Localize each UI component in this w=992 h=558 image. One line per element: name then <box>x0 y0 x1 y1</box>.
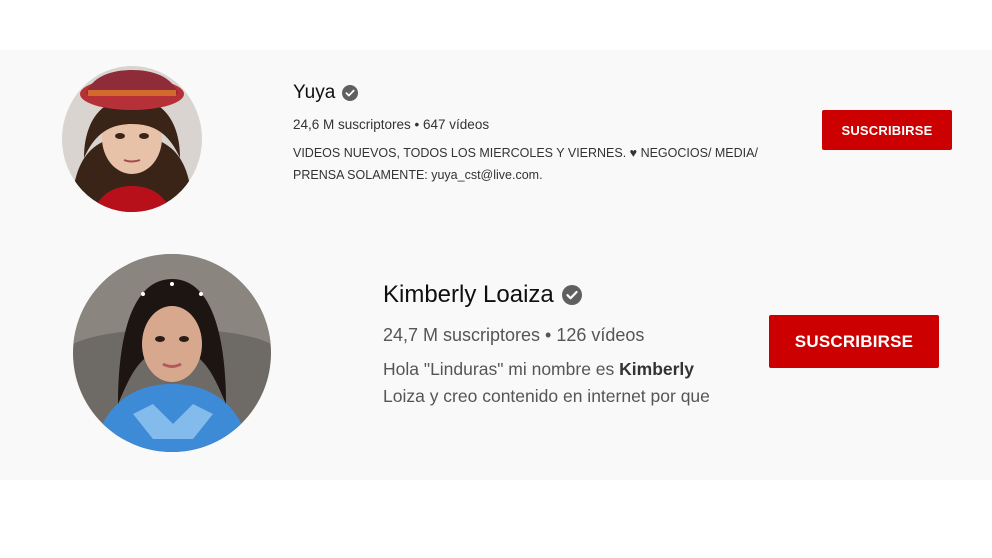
channel-description: VIDEOS NUEVOS, TODOS LOS MIERCOLES Y VIE… <box>293 142 758 186</box>
channel-description: Hola "Linduras" mi nombre es Kimberly Lo… <box>383 356 710 410</box>
verified-check-icon <box>342 85 359 101</box>
channel-name-row: Yuya <box>293 80 359 106</box>
channel-stats: 24,7 M suscriptores • 126 vídeos <box>383 325 645 345</box>
description-highlight: Kimberly <box>619 359 695 379</box>
channel-name[interactable]: Yuya <box>293 82 335 104</box>
subscribe-button[interactable]: SUSCRIBIRSE <box>769 315 939 368</box>
description-text: Hola "Linduras" mi nombre es <box>383 359 620 379</box>
channel-name[interactable]: Kimberly Loaiza <box>383 281 554 309</box>
verified-check-icon <box>561 285 582 305</box>
channel-name-row: Kimberly Loaiza <box>383 279 582 311</box>
avatar[interactable] <box>62 66 202 212</box>
channel-stats: 24,6 M suscriptores • 647 vídeos <box>293 117 490 132</box>
description-line: PRENSA SOLAMENTE: yuya_cst@live.com. <box>293 168 543 182</box>
description-line: Loiza y creo contenido en internet por q… <box>383 386 710 406</box>
avatar[interactable] <box>73 254 271 452</box>
subscribe-button[interactable]: SUSCRIBIRSE <box>822 110 952 150</box>
description-line: VIDEOS NUEVOS, TODOS LOS MIERCOLES Y VIE… <box>293 146 758 160</box>
description-line: Hola "Linduras" mi nombre es Kimberly <box>383 356 710 383</box>
